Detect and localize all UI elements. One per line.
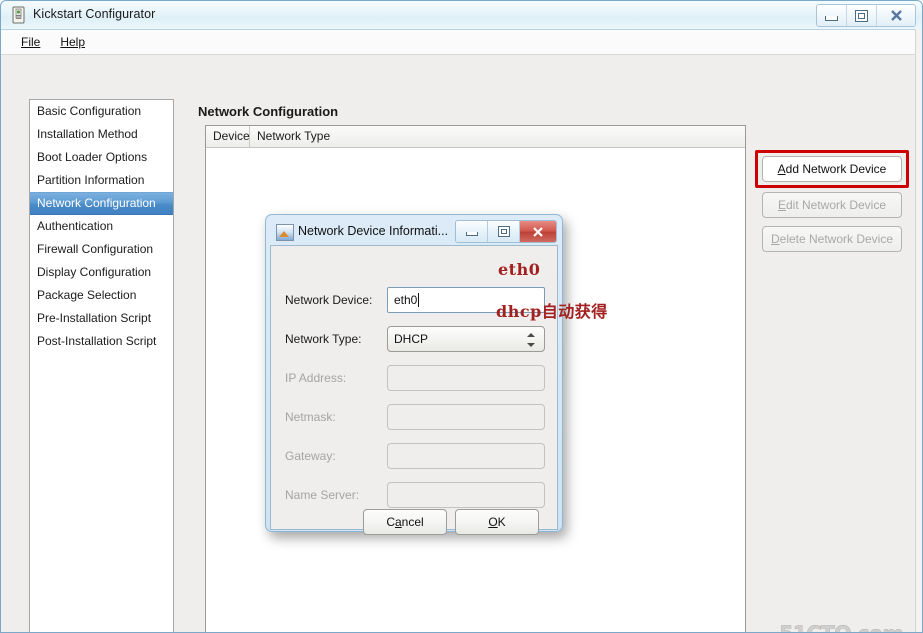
maximize-button[interactable] [847, 5, 877, 26]
delete-network-device-label: Delete Network Device [770, 232, 894, 246]
dialog-window-controls [455, 220, 557, 243]
sidebar-item-post-installation-script[interactable]: Post-Installation Script [30, 330, 173, 353]
gateway-input[interactable] [387, 443, 545, 469]
watermark: 51CTO.com 技术博客 运维网 yunvn. com [779, 623, 919, 632]
network-device-input[interactable]: eth0 [387, 287, 545, 313]
sidebar-item-pre-installation-script[interactable]: Pre-Installation Script [30, 307, 173, 330]
dialog-body: Network Device: eth0 Network Type: DHCP … [270, 245, 558, 535]
chevron-updown-icon [527, 332, 536, 348]
close-button[interactable] [877, 5, 915, 26]
ok-button[interactable]: OK [455, 509, 539, 535]
table-header-row: Device Network Type [206, 126, 745, 148]
sidebar-item-label: Basic Configuration [37, 104, 142, 118]
minimize-button[interactable] [817, 5, 847, 26]
field-row-netmask: Netmask: [271, 404, 557, 432]
sidebar-item-label: Package Selection [37, 288, 137, 302]
page-title: Network Configuration [198, 104, 339, 119]
image-icon [276, 224, 294, 241]
sidebar-item-package-selection[interactable]: Package Selection [30, 284, 173, 307]
sidebar-item-network-configuration[interactable]: Network Configuration [30, 192, 173, 215]
name-server-input[interactable] [387, 482, 545, 508]
sidebar-item-label: Boot Loader Options [37, 150, 148, 164]
network-type-select[interactable]: DHCP [387, 326, 545, 352]
app-icon [12, 6, 25, 24]
ip-address-label: IP Address: [285, 371, 347, 385]
window-title: Kickstart Configurator [33, 7, 156, 21]
gateway-label: Gateway: [285, 449, 336, 463]
add-network-device-rest: dd Network Device [785, 162, 887, 176]
edit-network-device-label: Edit Network Device [777, 198, 887, 212]
menu-item-help[interactable]: Help [50, 33, 95, 51]
maximize-icon [497, 226, 510, 237]
network-type-label: Network Type: [285, 332, 362, 346]
sidebar-item-partition-information[interactable]: Partition Information [30, 169, 173, 192]
ip-address-input[interactable] [387, 365, 545, 391]
dialog-close-button[interactable] [520, 221, 556, 242]
menu-item-file[interactable]: File [11, 33, 50, 51]
sidebar-item-label: Post-Installation Script [37, 334, 157, 348]
network-device-value: eth0 [394, 293, 418, 307]
window-titlebar: Kickstart Configurator [1, 1, 922, 30]
dialog-title: Network Device Informati... [298, 224, 449, 238]
sidebar-item-label: Display Configuration [37, 265, 152, 279]
field-row-ip-address: IP Address: [271, 365, 557, 393]
sidebar-item-label: Installation Method [37, 127, 138, 141]
field-row-name-server: Name Server: [271, 482, 557, 510]
table-column-device[interactable]: Device [206, 126, 250, 147]
add-network-device-button[interactable]: Add Network Device [762, 156, 902, 182]
minimize-icon [465, 232, 478, 236]
menu-bar: File Help [1, 30, 922, 55]
field-row-gateway: Gateway: [271, 443, 557, 471]
maximize-icon [855, 9, 868, 22]
delete-network-device-button[interactable]: Delete Network Device [762, 226, 902, 252]
close-icon [533, 226, 543, 237]
name-server-label: Name Server: [285, 488, 360, 502]
network-device-label: Network Device: [285, 293, 373, 307]
menu-file-label: File [21, 35, 41, 49]
network-device-information-dialog: Network Device Informati... Network Devi… [265, 214, 563, 535]
sidebar-item-label: Pre-Installation Script [37, 311, 152, 325]
sidebar-item-label: Firewall Configuration [37, 242, 154, 256]
dialog-titlebar: Network Device Informati... [270, 219, 558, 245]
window-controls [816, 4, 916, 27]
sidebar-item-basic-configuration[interactable]: Basic Configuration [30, 100, 173, 123]
sidebar-item-display-configuration[interactable]: Display Configuration [30, 261, 173, 284]
menu-help-label: Help [60, 35, 86, 49]
cancel-button[interactable]: Cancel [363, 509, 447, 535]
sidebar-item-label: Authentication [37, 219, 114, 233]
table-column-network-type[interactable]: Network Type [250, 126, 745, 147]
sidebar-navigation-list[interactable]: Basic Configuration Installation Method … [29, 99, 174, 632]
field-row-network-device: Network Device: eth0 [271, 287, 557, 315]
add-network-device-label: Add Network Device [777, 162, 887, 176]
close-icon [890, 10, 902, 21]
sidebar-item-label: Partition Information [37, 173, 145, 187]
application-window: Kickstart Configurator File Help Basic C… [0, 0, 923, 633]
sidebar-item-firewall-configuration[interactable]: Firewall Configuration [30, 238, 173, 261]
minimize-icon [825, 15, 838, 21]
ok-button-label: OK [488, 515, 506, 529]
sidebar-item-installation-method[interactable]: Installation Method [30, 123, 173, 146]
sidebar-item-authentication[interactable]: Authentication [30, 215, 173, 238]
sidebar-item-boot-loader-options[interactable]: Boot Loader Options [30, 146, 173, 169]
edit-network-device-button[interactable]: Edit Network Device [762, 192, 902, 218]
cancel-button-label: Cancel [386, 515, 424, 529]
netmask-label: Netmask: [285, 410, 336, 424]
dialog-maximize-button[interactable] [488, 221, 520, 242]
network-type-value: DHCP [394, 332, 429, 346]
netmask-input[interactable] [387, 404, 545, 430]
window-right-rail [915, 29, 922, 632]
watermark-line-1: 51CTO.com [779, 623, 919, 632]
field-row-network-type: Network Type: DHCP [271, 326, 557, 354]
content-area: Basic Configuration Installation Method … [1, 55, 922, 632]
dialog-minimize-button[interactable] [456, 221, 488, 242]
sidebar-item-label: Network Configuration [37, 196, 156, 210]
